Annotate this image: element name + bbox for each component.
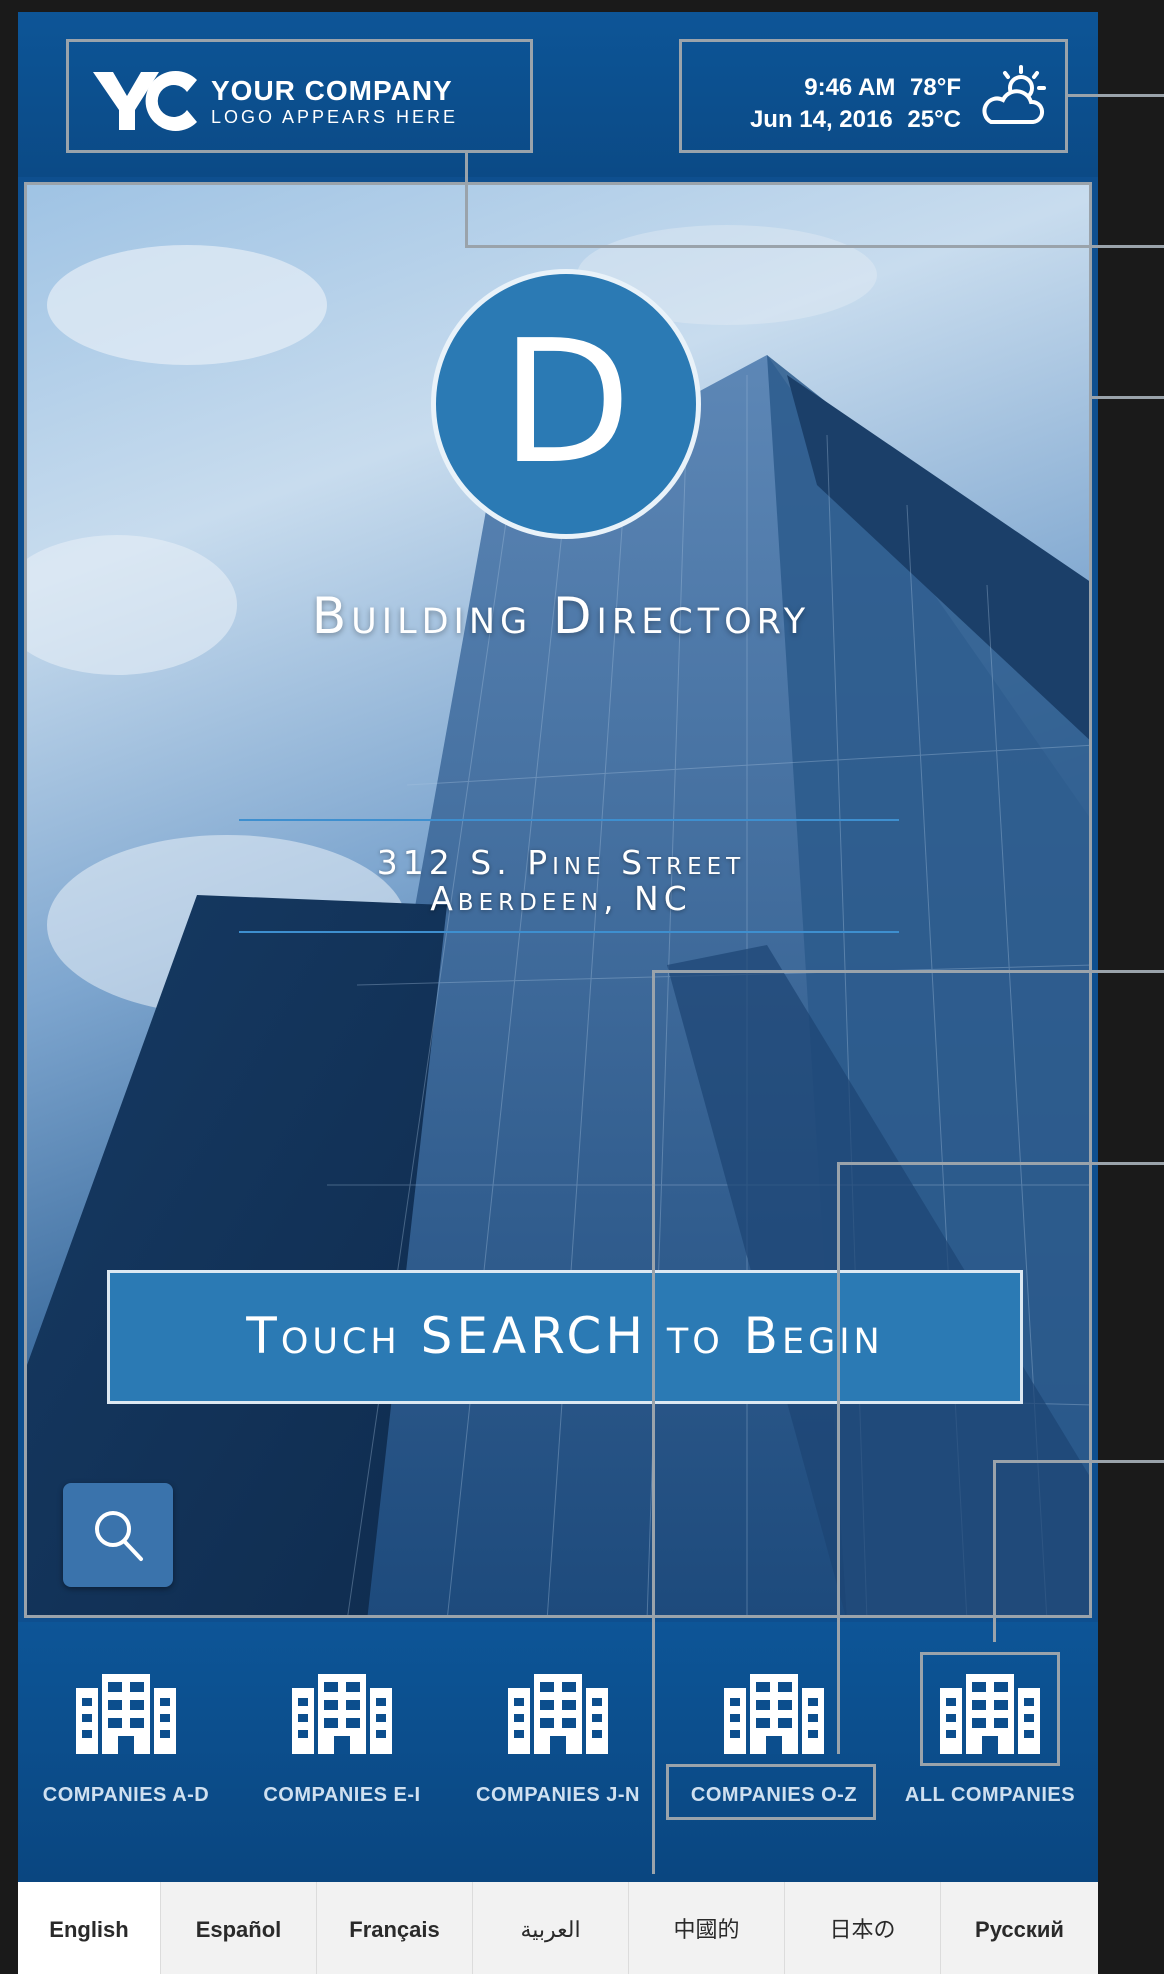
category-companies-j-n[interactable]: COMPANIES J-N	[450, 1622, 666, 1882]
callout-line	[652, 970, 1164, 973]
category-companies-e-i[interactable]: COMPANIES E-I	[234, 1622, 450, 1882]
language-arabic[interactable]: العربية	[472, 1882, 628, 1974]
temp-celsius: 25°C	[907, 106, 961, 133]
callout-line	[465, 153, 468, 247]
company-logo: YOUR COMPANY LOGO APPEARS HERE	[66, 39, 533, 153]
callout-line	[993, 1460, 996, 1642]
directory-badge: D	[431, 269, 701, 539]
building-icon	[508, 1674, 608, 1754]
logo-company-name: YOUR COMPANY	[211, 75, 453, 106]
address-line-2: Aberdeen, NC	[430, 879, 692, 918]
date-display: Jun 14, 2016	[749, 106, 893, 133]
category-label: COMPANIES A-D	[42, 1784, 210, 1806]
language-japanese[interactable]: 日本の	[784, 1882, 940, 1974]
category-label: COMPANIES J-N	[476, 1784, 640, 1806]
language-russian[interactable]: Русский	[940, 1882, 1098, 1974]
callout-line	[837, 1162, 840, 1754]
category-companies-o-z[interactable]: COMPANIES O-Z	[666, 1622, 882, 1882]
hero-panel: D Building Directory 312 S. Pine Street …	[24, 182, 1092, 1618]
callout-line	[993, 1460, 1164, 1463]
partly-cloudy-icon	[982, 65, 1046, 124]
building-icon	[724, 1674, 824, 1754]
header-bar: YOUR COMPANY LOGO APPEARS HERE 9:46 AM 7…	[18, 12, 1098, 177]
language-french[interactable]: Français	[316, 1882, 472, 1974]
callout-line	[837, 1162, 1164, 1165]
time-display: 9:46 AM	[804, 74, 896, 101]
search-button[interactable]	[63, 1483, 173, 1587]
weather-widget: 9:46 AM 78°F Jun 14, 2016 25°C	[679, 39, 1068, 153]
callout-line	[1068, 94, 1164, 97]
category-companies-a-d[interactable]: COMPANIES A-D	[18, 1622, 234, 1882]
callout-highlight	[666, 1764, 876, 1820]
callout-highlight	[920, 1652, 1060, 1766]
page-title: Building Directory	[311, 587, 811, 645]
building-icon	[76, 1674, 176, 1754]
divider	[239, 819, 899, 821]
language-english[interactable]: English	[18, 1882, 160, 1974]
directory-kiosk-screen: YOUR COMPANY LOGO APPEARS HERE 9:46 AM 7…	[18, 12, 1098, 1974]
callout-line	[652, 970, 655, 1874]
building-address: 312 S. Pine Street Aberdeen, NC	[27, 843, 1089, 918]
building-icon	[292, 1674, 392, 1754]
callout-line	[1092, 396, 1164, 399]
company-category-bar: COMPANIES A-D COMPANIES E-I COMPANIES J-…	[18, 1622, 1098, 1882]
touch-search-banner[interactable]: Touch SEARCH to Begin	[107, 1270, 1023, 1404]
language-bar: English Español Français العربية 中國的 日本の…	[18, 1882, 1098, 1974]
category-label: ALL COMPANIES	[904, 1784, 1076, 1806]
search-icon	[95, 1511, 143, 1561]
divider	[239, 931, 899, 933]
language-spanish[interactable]: Español	[160, 1882, 316, 1974]
temp-fahrenheit: 78°F	[910, 74, 961, 101]
address-line-1: 312 S. Pine Street	[376, 843, 746, 882]
logo-subtitle: LOGO APPEARS HERE	[211, 107, 459, 127]
callout-line	[465, 245, 1164, 248]
category-label: COMPANIES E-I	[263, 1784, 421, 1806]
logo-mark-icon	[93, 71, 197, 131]
language-chinese[interactable]: 中國的	[628, 1882, 784, 1974]
